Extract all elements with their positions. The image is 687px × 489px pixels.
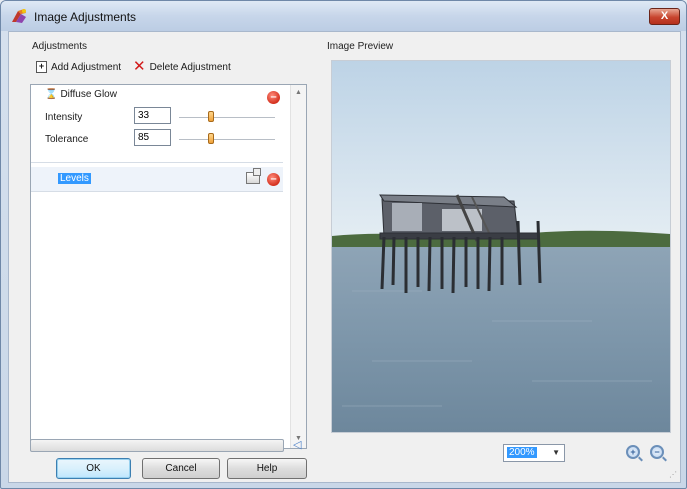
list-item-levels[interactable]: Levels – bbox=[31, 167, 283, 192]
list-item-diffuse-glow[interactable]: ⌛ Diffuse Glow – Intensity Tolerance bbox=[31, 85, 283, 163]
image-preview-frame bbox=[331, 60, 671, 433]
cancel-button[interactable]: Cancel bbox=[142, 458, 220, 479]
close-icon: X bbox=[660, 10, 669, 22]
resize-grip-icon[interactable]: ⋰ bbox=[669, 470, 677, 479]
properties-icon[interactable] bbox=[246, 168, 261, 184]
title-bar[interactable]: Image Adjustments X bbox=[1, 1, 686, 31]
tolerance-slider-thumb[interactable] bbox=[207, 133, 214, 144]
help-button[interactable]: Help bbox=[227, 458, 307, 479]
tolerance-label: Tolerance bbox=[45, 134, 89, 145]
remove-adjustment-icon[interactable]: – bbox=[267, 173, 280, 186]
image-preview-label: Image Preview bbox=[327, 41, 394, 52]
tolerance-slider-track[interactable] bbox=[179, 139, 275, 140]
adjustment-title: ⌛ Diffuse Glow bbox=[45, 89, 117, 100]
zoom-value: 200% bbox=[507, 447, 537, 458]
adjustment-name: Diffuse Glow bbox=[60, 89, 117, 100]
scroll-up-icon[interactable]: ▲ bbox=[295, 89, 302, 96]
intensity-slider-thumb[interactable] bbox=[207, 111, 214, 122]
tolerance-input[interactable] bbox=[134, 129, 171, 146]
adjustments-label: Adjustments bbox=[32, 41, 88, 52]
intensity-slider-track[interactable] bbox=[179, 117, 275, 118]
ok-button[interactable]: OK bbox=[56, 458, 131, 479]
zoom-out-icon[interactable]: − bbox=[650, 445, 664, 459]
window-title: Image Adjustments bbox=[34, 10, 137, 24]
adjustments-list[interactable]: ⌛ Diffuse Glow – Intensity Tolerance Lev… bbox=[30, 84, 307, 449]
remove-adjustment-icon[interactable]: – bbox=[267, 91, 280, 104]
preview-image bbox=[332, 61, 670, 432]
chevron-down-icon[interactable]: ▼ bbox=[552, 448, 560, 457]
dialog-body: Adjustments + Add Adjustment ✕ Delete Ad… bbox=[8, 31, 681, 483]
zoom-in-icon[interactable]: + bbox=[626, 445, 640, 459]
delete-adjustment-label: Delete Adjustment bbox=[149, 61, 231, 73]
add-adjustment-label: Add Adjustment bbox=[51, 61, 122, 73]
intensity-label: Intensity bbox=[45, 112, 83, 123]
delete-adjustment-button[interactable]: ✕ Delete Adjustment bbox=[133, 58, 231, 75]
image-adjustments-dialog: Image Adjustments X Adjustments + Add Ad… bbox=[0, 0, 687, 489]
delete-icon: ✕ bbox=[133, 58, 146, 75]
adjustment-name: Levels bbox=[58, 173, 91, 184]
intensity-input[interactable] bbox=[134, 107, 171, 124]
close-button[interactable]: X bbox=[649, 8, 680, 25]
hourglass-icon: ⌛ bbox=[45, 89, 58, 100]
list-scrollbar[interactable]: ▲ ▼ bbox=[290, 85, 306, 448]
add-icon: + bbox=[36, 61, 47, 73]
progress-bar bbox=[30, 439, 284, 452]
app-icon bbox=[12, 9, 26, 23]
zoom-dropdown[interactable]: 200% ▼ bbox=[503, 444, 565, 462]
add-adjustment-button[interactable]: + Add Adjustment bbox=[36, 61, 121, 73]
collapse-arrow-icon[interactable]: ◁ bbox=[293, 438, 301, 451]
